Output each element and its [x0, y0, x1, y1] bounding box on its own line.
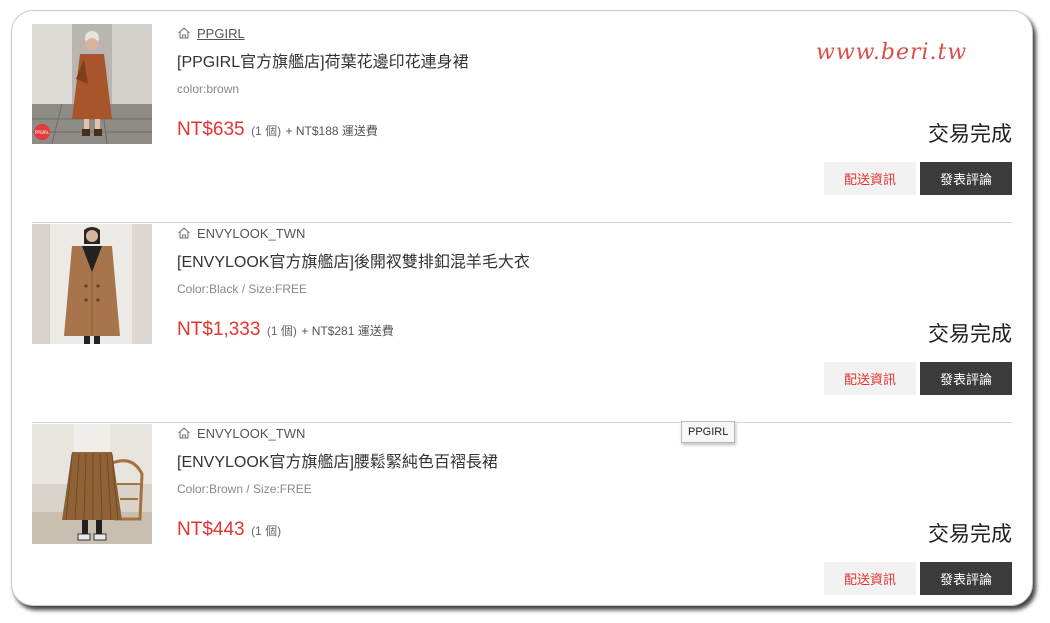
order-item: ENVYLOOK_TWN [ENVYLOOK官方旗艦店]腰鬆緊純色百褶長裙 Co…: [32, 423, 1012, 622]
price-row: NT$635 (1 個) + NT$188 運送費: [177, 119, 378, 141]
write-review-button[interactable]: 發表評論: [920, 562, 1012, 595]
price-row: NT$1,333 (1 個) + NT$281 運送費: [177, 319, 394, 341]
quantity: (1 個): [251, 524, 282, 538]
product-variant: Color:Brown / Size:FREE: [177, 482, 312, 496]
quantity: (1 個): [251, 124, 282, 138]
order-status: 交易完成: [928, 123, 1012, 146]
write-review-button[interactable]: 發表評論: [920, 162, 1012, 195]
product-price: NT$1,333: [177, 319, 261, 340]
shop-home-icon: [178, 427, 190, 439]
tooltip: PPGIRL: [681, 421, 736, 443]
order-status: 交易完成: [928, 323, 1012, 346]
product-price: NT$635: [177, 119, 245, 140]
shop-home-icon: [178, 227, 190, 239]
shop-link[interactable]: PPGIRL: [177, 23, 469, 43]
shop-home-icon: [178, 27, 190, 39]
product-image[interactable]: [32, 424, 152, 544]
shop-name[interactable]: ENVYLOOK_TWN: [197, 426, 305, 441]
product-title[interactable]: [ENVYLOOK官方旗艦店]後開衩雙排釦混羊毛大衣: [177, 253, 530, 273]
shipping-fee: + NT$188 運送費: [285, 124, 378, 138]
shipping-info-button[interactable]: 配送資訊: [824, 162, 916, 195]
watermark: www.beri.tw: [816, 40, 968, 65]
shipping-fee: + NT$281 運送費: [301, 324, 394, 338]
product-title[interactable]: [PPGIRL官方旗艦店]荷葉花邊印花連身裙: [177, 53, 469, 73]
quantity: (1 個): [266, 324, 297, 338]
shop-name[interactable]: ENVYLOOK_TWN: [197, 226, 305, 241]
product-title[interactable]: [ENVYLOOK官方旗艦店]腰鬆緊純色百褶長裙: [177, 453, 498, 473]
shipping-info-button[interactable]: 配送資訊: [824, 362, 916, 395]
shop-link[interactable]: ENVYLOOK_TWN: [177, 223, 530, 243]
svg-text:PPGIRL: PPGIRL: [35, 130, 50, 135]
shop-name[interactable]: PPGIRL: [197, 26, 245, 41]
product-image[interactable]: PPGIRL: [32, 24, 152, 144]
order-list: PPGIRL PPGIRL [PPGIRL官方旗艦店]荷葉花邊印花連身裙 col…: [32, 23, 1012, 622]
order-status: 交易完成: [928, 523, 1012, 546]
price-row: NT$443 (1 個): [177, 519, 281, 541]
shop-link[interactable]: ENVYLOOK_TWN: [177, 423, 498, 443]
product-price: NT$443: [177, 519, 245, 540]
write-review-button[interactable]: 發表評論: [920, 362, 1012, 395]
product-variant: Color:Black / Size:FREE: [177, 282, 308, 296]
product-image[interactable]: [32, 224, 152, 344]
order-item: ENVYLOOK_TWN [ENVYLOOK官方旗艦店]後開衩雙排釦混羊毛大衣 …: [32, 223, 1012, 423]
product-variant: color:brown: [177, 82, 240, 96]
shipping-info-button[interactable]: 配送資訊: [824, 562, 916, 595]
